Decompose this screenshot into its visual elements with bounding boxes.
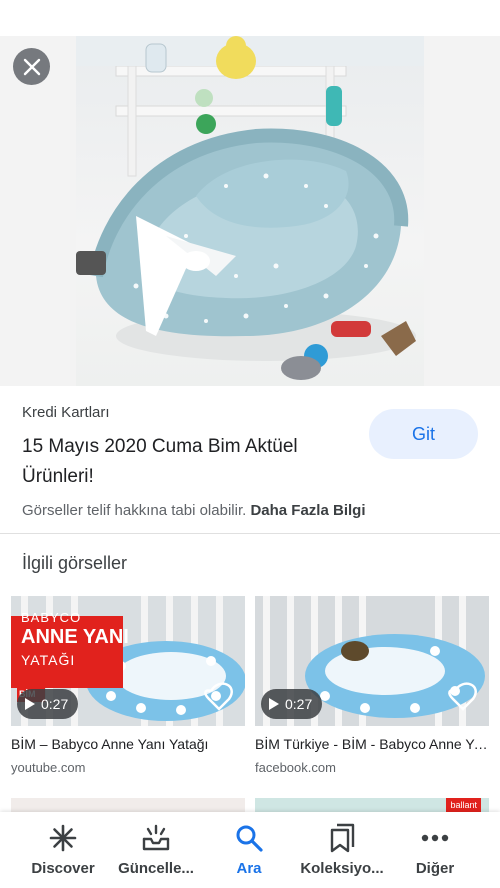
product-photo[interactable] — [76, 36, 424, 386]
related-thumbnail[interactable]: BABYCO ANNE YANI YATAĞI BİM 0:27 — [11, 596, 245, 726]
related-thumbnail[interactable]: 0:27 — [255, 596, 489, 726]
related-thumbnail-peek[interactable] — [11, 798, 245, 812]
copyright-text: Görseller telif hakkına tabi olabilir. — [22, 502, 247, 519]
duration-text: 0:27 — [285, 696, 313, 712]
visit-button[interactable]: Git — [369, 409, 478, 459]
nav-label: Güncelle... — [118, 860, 194, 877]
thumbnail-overlay-line1: BABYCO — [21, 610, 82, 625]
more-info-link[interactable]: Daha Fazla Bilgi — [250, 502, 365, 519]
close-button[interactable] — [13, 48, 50, 85]
nav-collections[interactable]: Koleksiyo... — [292, 822, 392, 877]
nav-label: Diğer — [415, 860, 455, 877]
related-domain: youtube.com — [11, 760, 86, 775]
updates-icon — [142, 824, 170, 851]
image-preview — [0, 36, 500, 386]
related-caption[interactable]: BİM Türkiye - BİM - Babyco Anne Yanı Yat… — [255, 736, 489, 752]
nav-updates[interactable]: Güncelle... — [106, 822, 206, 877]
related-thumbnail-peek[interactable]: ballant — [255, 798, 489, 812]
related-heading: İlgili görseller — [22, 553, 128, 573]
divider — [0, 533, 500, 534]
nav-label: Koleksiyo... — [300, 860, 384, 877]
related-caption[interactable]: BİM – Babyco Anne Yanı Yatağı — [11, 736, 245, 752]
nav-discover[interactable]: Discover — [13, 822, 113, 877]
related-card[interactable]: 0:27 BİM Türkiye - BİM - Babyco Anne Yan… — [255, 596, 489, 775]
related-domain: facebook.com — [255, 760, 336, 775]
play-icon — [25, 698, 35, 710]
video-duration-badge: 0:27 — [17, 689, 79, 719]
peek-badge: ballant — [446, 798, 481, 812]
page-title[interactable]: 15 Mayıs 2020 Cuma Bim Aktüel Ürünleri! — [22, 432, 342, 492]
search-icon — [236, 825, 263, 852]
thumbnail-overlay-line2: ANNE YANI — [21, 626, 129, 648]
play-icon — [269, 698, 279, 710]
related-card[interactable]: BABYCO ANNE YANI YATAĞI BİM 0:27 BİM – B… — [11, 596, 245, 775]
nav-search[interactable]: Ara — [199, 822, 299, 877]
baby-nest-illustration — [76, 36, 424, 380]
bottom-navigation: Discover Güncelle... Ara Koleksiyo... Di… — [0, 812, 500, 888]
thumbnail-overlay-line3: YATAĞI — [21, 652, 76, 668]
collections-icon — [330, 823, 355, 853]
nav-more[interactable]: Diğer — [385, 822, 485, 877]
more-icon — [421, 834, 449, 842]
video-duration-badge: 0:27 — [261, 689, 323, 719]
nav-label: Discover — [31, 860, 95, 877]
nav-label: Ara — [236, 860, 262, 877]
asterisk-icon — [49, 824, 77, 852]
close-icon — [23, 58, 40, 75]
copyright-notice: Görseller telif hakkına tabi olabilir. D… — [22, 502, 365, 519]
source-site: Kredi Kartları — [22, 404, 110, 421]
duration-text: 0:27 — [41, 696, 69, 712]
